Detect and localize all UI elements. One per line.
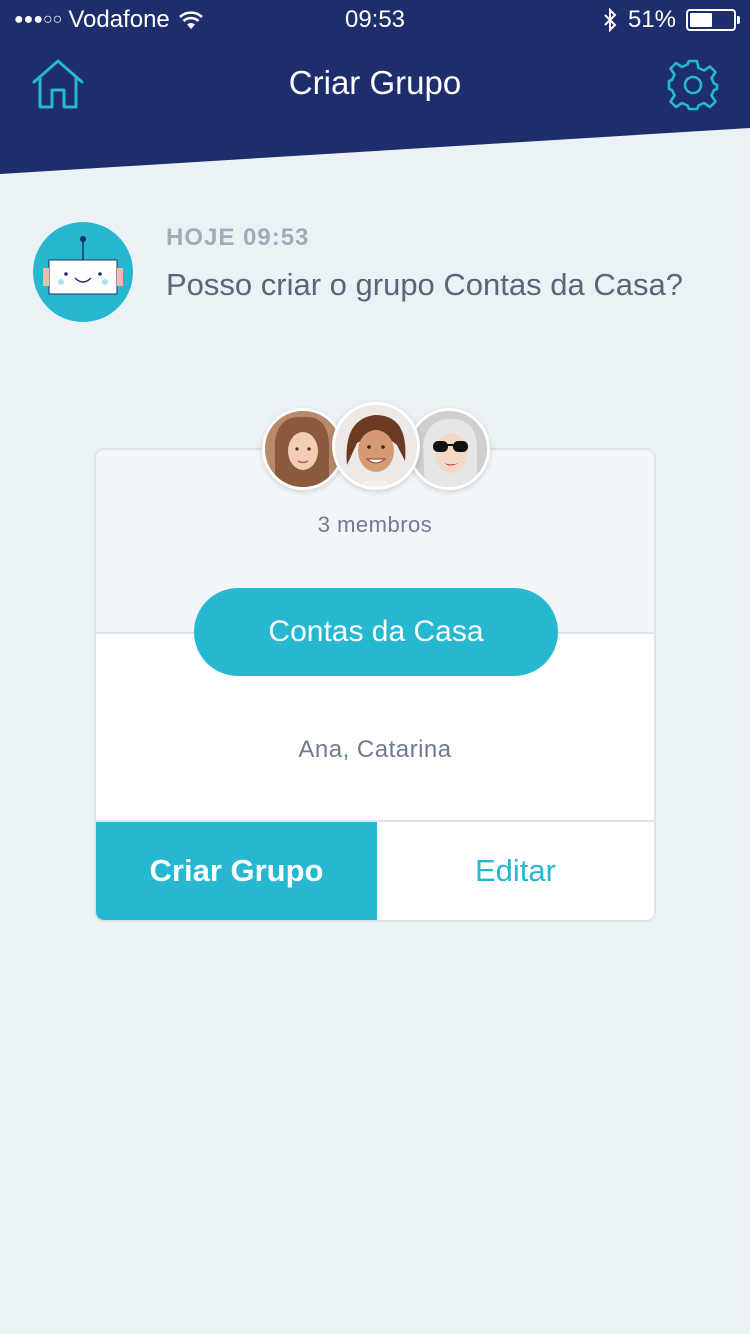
gear-icon [667, 59, 719, 111]
member-avatars [262, 402, 492, 494]
create-group-button[interactable]: Criar Grupo [96, 822, 377, 920]
battery-percentage: 51% [627, 6, 676, 33]
bluetooth-icon [604, 8, 617, 32]
settings-button[interactable] [666, 58, 720, 112]
message-text: Posso criar o grupo Contas da Casa? [166, 267, 683, 302]
header: ●●●○○ Vodafone 09:53 51% Criar Grupo [0, 0, 750, 175]
page-title: Criar Grupo [288, 64, 462, 101]
member-names: Ana, Catarina [298, 736, 452, 763]
bot-avatar [33, 222, 133, 322]
battery-icon [686, 9, 740, 31]
avatar [408, 408, 490, 490]
avatar [332, 402, 420, 490]
card-actions: Criar Grupo Editar [96, 820, 654, 920]
robot-icon [43, 236, 123, 295]
message-timestamp: HOJE 09:53 [166, 224, 310, 251]
status-bar: ●●●○○ Vodafone 09:53 51% [0, 0, 750, 40]
edit-button[interactable]: Editar [377, 822, 654, 920]
members-count: 3 membros [317, 512, 433, 537]
group-card: 3 membros Ana, Catarina Criar Grupo Edit… [94, 448, 656, 922]
group-name-pill[interactable]: Contas da Casa [194, 588, 558, 676]
